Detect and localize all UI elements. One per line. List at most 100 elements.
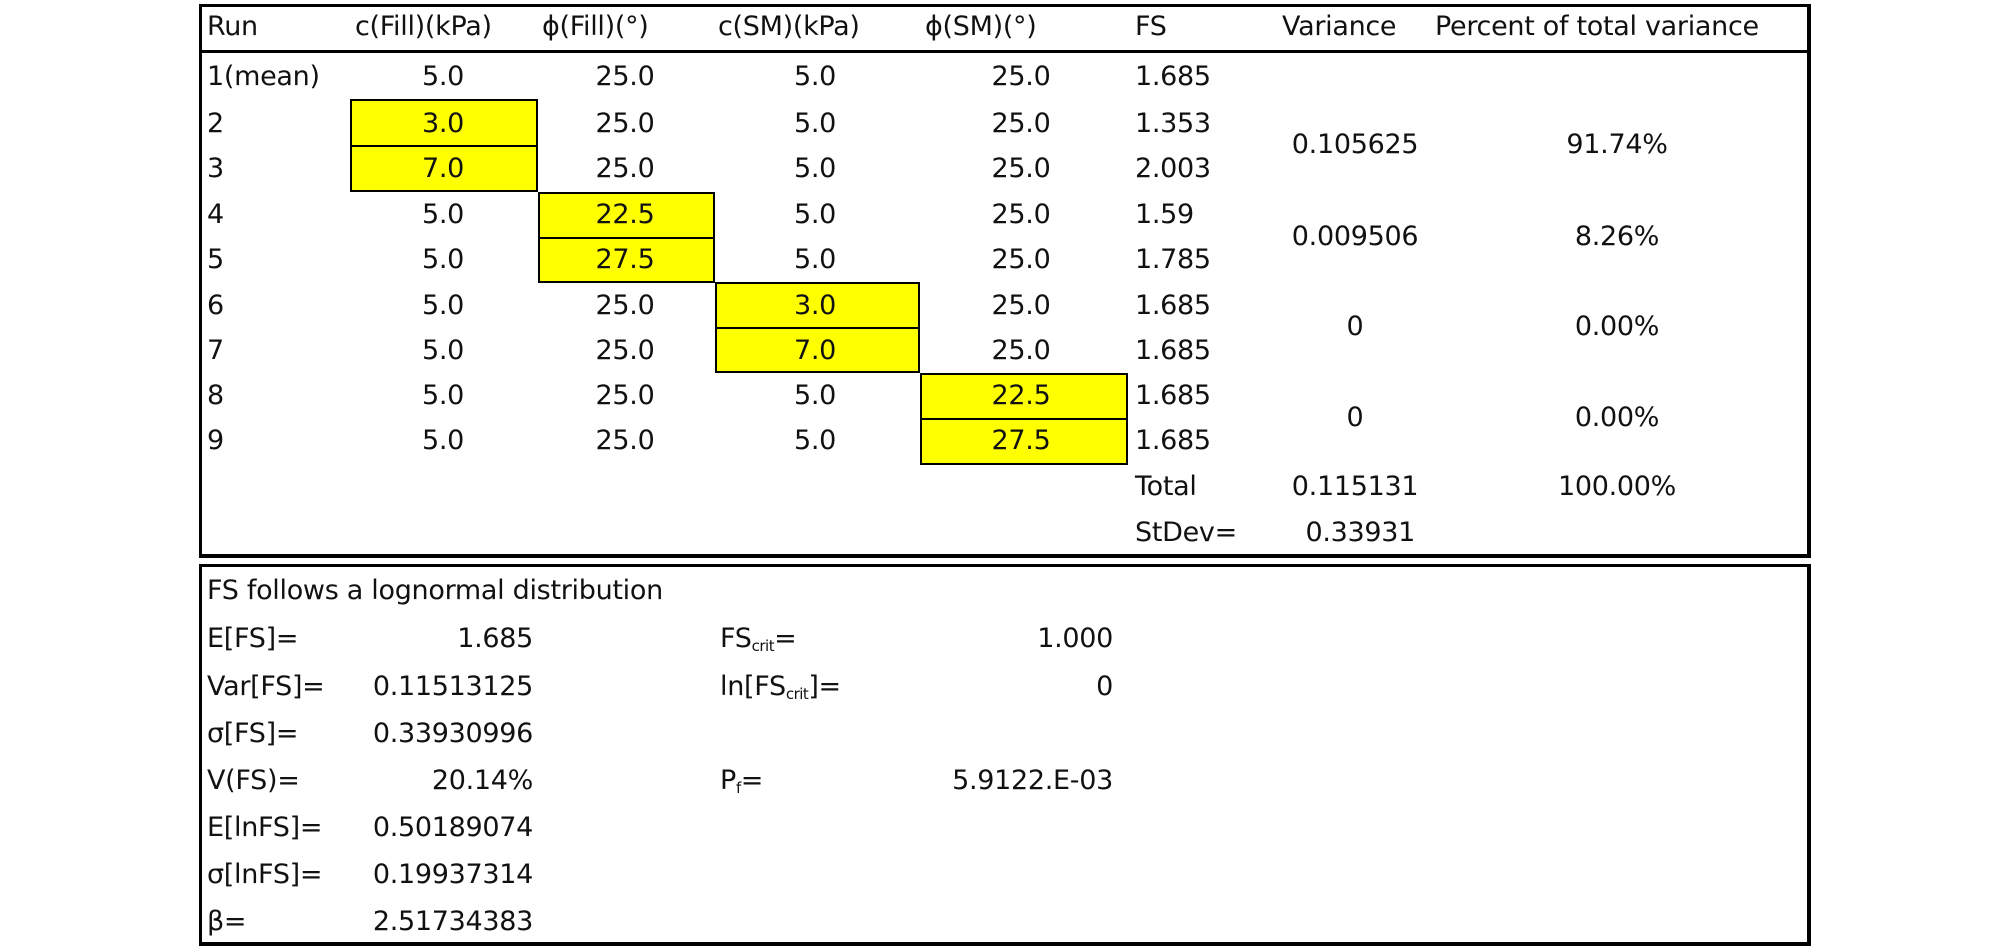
- table-cell-phi-fill: 25.0: [595, 425, 655, 456]
- var-fs-label: Var[FS]=: [207, 671, 325, 702]
- table-cell-c-sm: 7.0: [793, 335, 837, 366]
- header-divider: [199, 50, 1811, 53]
- pf-value: 5.9122.E-03: [952, 765, 1113, 796]
- pf-eq: =: [740, 765, 764, 796]
- table-cell-c-fill: 3.0: [421, 108, 465, 139]
- beta-label: β=: [207, 906, 247, 937]
- table-cell-c-fill: 5.0: [421, 244, 465, 275]
- header-c-fill: c(Fill)(kPa): [355, 11, 492, 42]
- group-percent: 8.26%: [1574, 221, 1660, 252]
- table-cell-c-sm: 5.0: [793, 108, 837, 139]
- stdev-value: 0.33931: [1305, 517, 1415, 548]
- header-percent: Percent of total variance: [1435, 11, 1759, 42]
- table-cell-phi-fill: 25.0: [595, 61, 655, 92]
- table-cell-c-sm: 5.0: [793, 153, 837, 184]
- pf-text: P: [720, 765, 736, 796]
- v-fs-label: V(FS)=: [207, 765, 300, 796]
- e-fs-label: E[FS]=: [207, 623, 299, 654]
- table-cell-run: 4: [207, 199, 224, 230]
- table-cell-fs: 2.003: [1135, 153, 1211, 184]
- var-fs-value: 0.11513125: [372, 671, 533, 702]
- table-cell-c-sm: 3.0: [793, 290, 837, 321]
- e-lnfs-value: 0.50189074: [372, 812, 533, 843]
- table-cell-run: 5: [207, 244, 224, 275]
- total-label: Total: [1135, 471, 1197, 502]
- ln-fs-crit-value: 0: [1096, 671, 1113, 702]
- header-fs: FS: [1135, 11, 1167, 42]
- pf-label: Pf=: [720, 766, 763, 803]
- table-cell-fs: 1.685: [1135, 335, 1211, 366]
- group-percent: 0.00%: [1574, 311, 1660, 342]
- header-variance: Variance: [1282, 11, 1397, 42]
- table-cell-c-fill: 5.0: [421, 199, 465, 230]
- table-cell-c-fill: 7.0: [421, 153, 465, 184]
- header-phi-sm: ϕ(SM)(°): [925, 11, 1037, 42]
- table-cell-phi-sm: 25.0: [991, 335, 1051, 366]
- sigma-fs-label: σ[FS]=: [207, 718, 299, 749]
- total-percent: 100.00%: [1557, 471, 1677, 502]
- table-cell-phi-sm: 25.0: [991, 244, 1051, 275]
- fs-crit-value: 1.000: [1037, 623, 1113, 654]
- table-cell-fs: 1.353: [1135, 108, 1211, 139]
- table-cell-phi-sm: 25.0: [991, 153, 1051, 184]
- table-cell-run: 9: [207, 425, 224, 456]
- table-cell-phi-fill: 25.0: [595, 290, 655, 321]
- table-cell-phi-sm: 22.5: [991, 380, 1051, 411]
- sigma-fs-value: 0.33930996: [372, 718, 533, 749]
- stdev-label: StDev=: [1135, 517, 1237, 548]
- fs-crit-eq: =: [774, 623, 797, 654]
- header-c-sm: c(SM)(kPa): [718, 11, 860, 42]
- table-cell-c-fill: 5.0: [421, 380, 465, 411]
- group-percent: 0.00%: [1574, 402, 1660, 433]
- table-cell-fs: 1.785: [1135, 244, 1211, 275]
- table-cell-fs: 1.685: [1135, 380, 1211, 411]
- table-cell-fs: 1.685: [1135, 425, 1211, 456]
- table-cell-phi-fill: 27.5: [595, 244, 655, 275]
- table-cell-fs: 1.685: [1135, 290, 1211, 321]
- summary-title: FS follows a lognormal distribution: [207, 575, 663, 606]
- sigma-lnfs-value: 0.19937314: [372, 859, 533, 890]
- table-cell-fs: 1.59: [1135, 199, 1194, 230]
- ln-fs-crit-subscript: crit: [785, 685, 809, 703]
- total-variance: 0.115131: [1291, 471, 1419, 502]
- table-cell-phi-sm: 25.0: [991, 61, 1051, 92]
- ln-fs-crit-label: ln[FScrit]=: [720, 672, 841, 709]
- table-cell-phi-fill: 25.0: [595, 380, 655, 411]
- table-cell-c-sm: 5.0: [793, 425, 837, 456]
- table-cell-c-fill: 5.0: [421, 290, 465, 321]
- table-cell-c-fill: 5.0: [421, 335, 465, 366]
- table-cell-c-sm: 5.0: [793, 61, 837, 92]
- table-cell-c-fill: 5.0: [421, 61, 465, 92]
- fs-crit-text: FS: [720, 623, 752, 654]
- table-cell-phi-fill: 22.5: [595, 199, 655, 230]
- group-variance: 0: [1346, 402, 1364, 433]
- table-cell-run: 1(mean): [207, 61, 320, 92]
- table-cell-phi-fill: 25.0: [595, 335, 655, 366]
- group-variance: 0.105625: [1291, 129, 1419, 160]
- v-fs-value: 20.14%: [431, 765, 533, 796]
- fs-crit-subscript: crit: [751, 637, 775, 655]
- group-percent: 91.74%: [1566, 129, 1668, 160]
- table-cell-phi-sm: 25.0: [991, 199, 1051, 230]
- header-run: Run: [207, 11, 258, 42]
- table-cell-c-sm: 5.0: [793, 380, 837, 411]
- table-cell-run: 8: [207, 380, 224, 411]
- fs-crit-label: FScrit=: [720, 623, 797, 661]
- table-cell-phi-sm: 25.0: [991, 290, 1051, 321]
- table-cell-c-fill: 5.0: [421, 425, 465, 456]
- beta-value: 2.51734383: [372, 906, 533, 937]
- table-cell-run: 2: [207, 108, 224, 139]
- table-cell-phi-sm: 25.0: [991, 108, 1051, 139]
- group-variance: 0.009506: [1291, 221, 1419, 252]
- ln-fs-crit-pre: ln[FS: [720, 671, 786, 702]
- group-variance: 0: [1346, 311, 1364, 342]
- table-cell-phi-fill: 25.0: [595, 153, 655, 184]
- e-fs-value: 1.685: [457, 623, 533, 654]
- e-lnfs-label: E[lnFS]=: [207, 812, 323, 843]
- table-cell-run: 3: [207, 153, 224, 184]
- ln-fs-crit-post: ]=: [808, 671, 841, 702]
- table-cell-c-sm: 5.0: [793, 199, 837, 230]
- table-cell-phi-sm: 27.5: [991, 425, 1051, 456]
- header-phi-fill: ϕ(Fill)(°): [542, 11, 649, 42]
- table-cell-fs: 1.685: [1135, 61, 1211, 92]
